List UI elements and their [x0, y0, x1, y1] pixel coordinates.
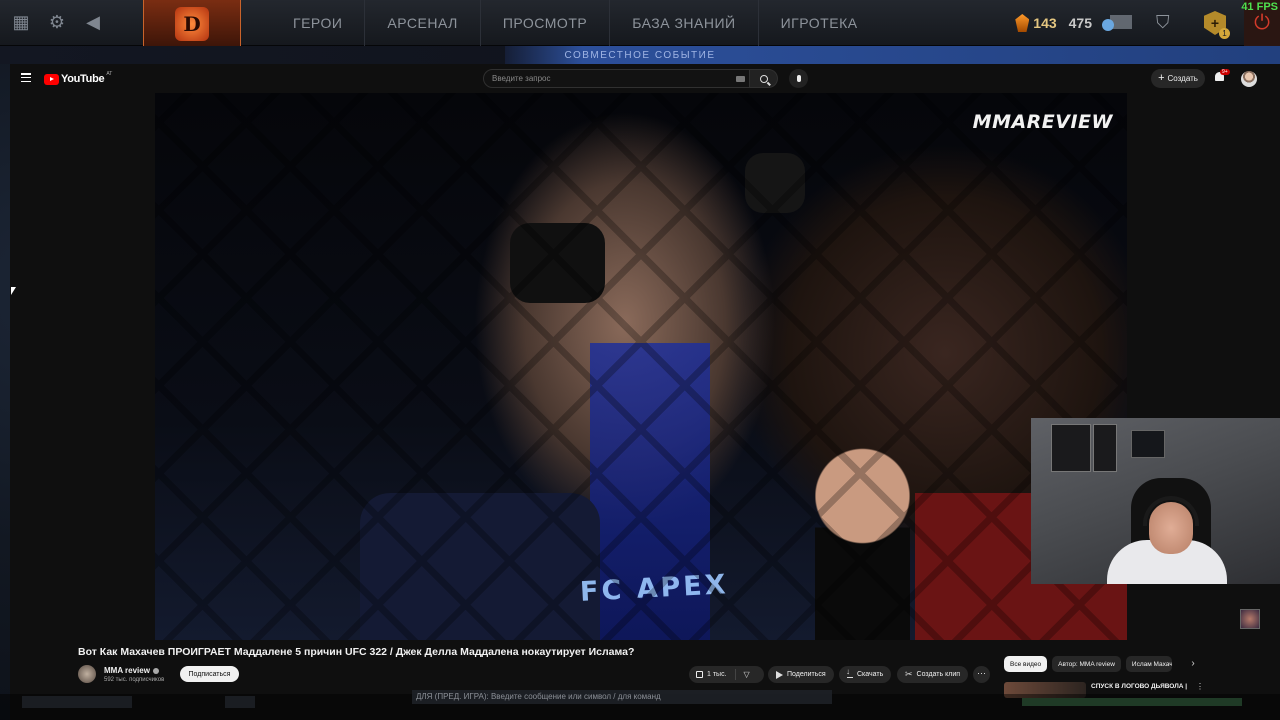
scissors-icon: ✂ [905, 669, 913, 679]
clip-button[interactable]: ✂ Создать клип [897, 666, 969, 683]
settings-gear-icon[interactable]: ⚙ [46, 12, 68, 34]
youtube-header: YouTube AT + Создать 9+ [10, 64, 1280, 93]
nav-watch[interactable]: ПРОСМОТР [479, 0, 609, 46]
create-button[interactable]: + Создать [1151, 69, 1205, 88]
channel-name-row[interactable]: MMA review [104, 666, 159, 675]
webcam-poster-3 [1131, 430, 1165, 458]
plus-icon: + [1158, 72, 1165, 84]
channel-name[interactable]: MMA review [104, 666, 150, 675]
search-box[interactable] [483, 69, 750, 88]
dota-bottom-green-bar [1022, 698, 1242, 706]
shard-count: 143 [1033, 15, 1057, 31]
share-label: Поделиться [787, 671, 826, 678]
clip-action: ✂ Создать клип [897, 666, 969, 683]
recommended-title[interactable]: СПУСК В ЛОГОВО ДЬЯВОЛА | [1091, 683, 1187, 690]
keyboard-icon[interactable] [736, 76, 745, 82]
search-icon [759, 74, 768, 83]
currency-display[interactable]: 143 475 [1015, 14, 1092, 32]
mini-player-thumbnail[interactable] [1240, 609, 1260, 629]
account-avatar[interactable] [1241, 71, 1257, 87]
recommended-more-icon[interactable]: ⋮ [1196, 682, 1204, 691]
video-cage-overlay [155, 93, 1127, 640]
share-button[interactable]: Поделиться [768, 666, 834, 683]
download-icon [846, 667, 853, 678]
dota-plus-icon[interactable]: + 1 [1204, 11, 1230, 39]
desktop: ▦ ⚙ ◀ D ГЕРОИ АРСЕНАЛ ПРОСМОТР БАЗА ЗНАН… [0, 0, 1280, 720]
notifications-button[interactable]: 9+ [1215, 69, 1230, 83]
chip-islam[interactable]: Ислам Махачев [1125, 656, 1172, 672]
download-label: Скачать [857, 671, 884, 678]
chip-author[interactable]: Автор: MMA review [1052, 656, 1121, 672]
chip-all-videos[interactable]: Все видео [1004, 656, 1048, 672]
dota-top-bar: ▦ ⚙ ◀ D ГЕРОИ АРСЕНАЛ ПРОСМОТР БАЗА ЗНАН… [0, 0, 1280, 48]
dota-main-nav: ГЕРОИ АРСЕНАЛ ПРОСМОТР БАЗА ЗНАНИЙ ИГРОТ… [258, 0, 880, 46]
youtube-play-icon [44, 73, 59, 85]
streamer-webcam [1031, 418, 1280, 584]
voice-search-button[interactable] [789, 69, 808, 88]
friends-chat-icon[interactable] [1102, 13, 1132, 33]
search-input[interactable] [492, 74, 712, 83]
webcam-poster-2 [1093, 424, 1117, 472]
webcam-poster-1 [1051, 424, 1091, 472]
share-icon [776, 670, 783, 679]
video-player[interactable]: FC APEX MMAREVIEW [155, 93, 1127, 640]
dota-left-controls: ▦ ⚙ ◀ [0, 0, 140, 45]
dota-bottom-box-2 [225, 696, 255, 708]
dota-right-controls: 143 475 ⛉ + 1 ⏻ [1015, 0, 1280, 46]
secondary-currency: 475 [1068, 15, 1092, 31]
chevron-right-icon[interactable]: › [1186, 657, 1200, 671]
event-banner-text: СОВМЕСТНОЕ СОБЫТИЕ [564, 50, 716, 61]
dislike-button[interactable]: ▽ [736, 670, 750, 679]
search-button[interactable] [750, 69, 778, 88]
nav-learn[interactable]: БАЗА ЗНАНИЙ [609, 0, 757, 46]
recommendation-chips: Все видео Автор: MMA review Ислам Махаче… [1004, 656, 1172, 672]
thumbs-down-icon: ▽ [743, 670, 750, 679]
country-code: AT [106, 71, 113, 77]
youtube-window: YouTube AT + Создать 9+ [10, 64, 1280, 720]
dota-home-logo[interactable]: D [143, 0, 241, 48]
inventory-icon[interactable]: ⛉ [1156, 12, 1176, 34]
more-actions-button[interactable]: ⋯ [973, 666, 990, 683]
thumbs-up-icon [696, 671, 703, 678]
nav-heroes[interactable]: ГЕРОИ [258, 0, 364, 46]
shard-icon [1015, 14, 1030, 32]
dota-menu-icon[interactable]: ▦ [10, 12, 32, 34]
youtube-logo-text: YouTube [61, 73, 105, 85]
subscribe-button[interactable]: Подписаться [180, 666, 239, 682]
like-button[interactable]: 1 тыс. [689, 669, 736, 680]
dota-bottom-box [22, 696, 132, 708]
download-button[interactable]: Скачать [839, 666, 892, 683]
create-label: Создать [1167, 74, 1198, 83]
verified-icon [152, 667, 159, 674]
like-dislike-group: 1 тыс. ▽ [689, 666, 764, 683]
like-count: 1 тыс. [707, 671, 727, 678]
dota-chat-input[interactable]: ДЛЯ (ПРЕД. ИГРА): Введите сообщение или … [412, 690, 832, 704]
subscriber-count: 592 тыс. подписчиков [104, 677, 165, 683]
back-arrow-icon[interactable]: ◀ [82, 12, 104, 34]
notification-count: 9+ [1220, 69, 1230, 75]
share-action: Поделиться [768, 666, 834, 683]
fps-counter: 41 FPS [1241, 1, 1278, 13]
plus-badge: 1 [1219, 28, 1230, 39]
mouse-cursor-icon [11, 287, 16, 295]
clip-label: Создать клип [916, 671, 961, 678]
microphone-icon [796, 75, 801, 82]
channel-avatar[interactable] [78, 665, 96, 683]
dota-emblem-icon: D [175, 7, 209, 41]
youtube-logo[interactable]: YouTube AT [44, 71, 113, 85]
nav-armory[interactable]: АРСЕНАЛ [364, 0, 479, 46]
video-watermark: MMAREVIEW [972, 111, 1113, 133]
nav-arcade[interactable]: ИГРОТЕКА [757, 0, 880, 46]
video-title: Вот Как Махачев ПРОИГРАЕТ Маддалене 5 пр… [78, 646, 635, 658]
menu-icon[interactable] [21, 73, 31, 82]
download-action: Скачать [839, 666, 892, 683]
